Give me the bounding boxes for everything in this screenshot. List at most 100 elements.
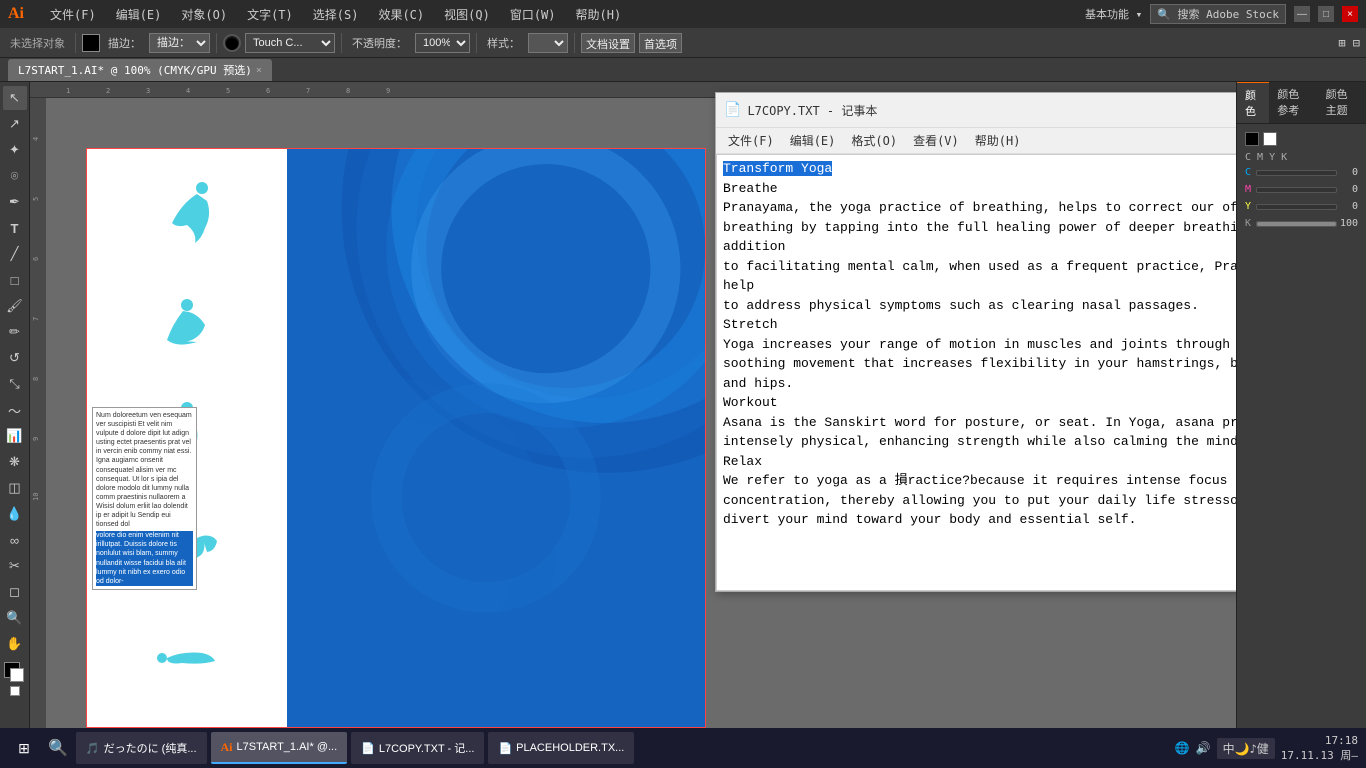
- fill-swatch[interactable]: [82, 34, 100, 52]
- svg-text:7: 7: [306, 87, 310, 95]
- svg-text:6: 6: [266, 87, 270, 95]
- notepad-title-selected: Transform Yoga: [723, 161, 832, 176]
- ai-taskbar-label: L7START_1.AI* @...: [237, 741, 338, 753]
- menu-file[interactable]: 文件(F): [46, 4, 100, 25]
- pen-tool[interactable]: ✒: [3, 190, 27, 214]
- restore-app-button[interactable]: □: [1318, 6, 1334, 22]
- eyedropper-tool[interactable]: 💧: [3, 502, 27, 526]
- music-label: だったのに (纯真...: [104, 740, 197, 756]
- ai-taskbar-icon: Ai: [221, 740, 233, 755]
- line-tool[interactable]: ╱: [3, 242, 27, 266]
- scale-tool[interactable]: ⤡: [3, 372, 27, 396]
- paintbrush-tool[interactable]: 🖌: [3, 294, 27, 318]
- k-value: 100: [1340, 218, 1358, 229]
- stroke-indicator[interactable]: [1263, 132, 1277, 146]
- np-menu-help[interactable]: 帮助(H): [967, 130, 1029, 151]
- pencil-tool[interactable]: ✏: [3, 320, 27, 344]
- rotate-tool[interactable]: ↺: [3, 346, 27, 370]
- svg-text:8: 8: [346, 87, 350, 95]
- svg-text:10: 10: [32, 493, 40, 501]
- notepad-titlebar: 📄 L7COPY.TXT - 记事本 — □ ×: [716, 93, 1236, 128]
- workspace-selector[interactable]: 基本功能 ▾: [1085, 6, 1142, 22]
- notepad-title: L7COPY.TXT - 记事本: [747, 102, 1236, 119]
- artwork: Num doloreetum ven esequam ver suscipist…: [86, 148, 706, 728]
- taskbar-ime[interactable]: 中🌙♪健: [1217, 738, 1275, 759]
- menu-edit[interactable]: 编辑(E): [112, 4, 166, 25]
- no-fill-btn[interactable]: [10, 686, 20, 696]
- canvas-wrapper[interactable]: 1 2 3 4 5 6 7 8 9 4 5 6 7 8 9 10: [30, 82, 1236, 728]
- c-track[interactable]: [1256, 170, 1337, 176]
- menu-object[interactable]: 对象(O): [177, 4, 231, 25]
- color-controls: [1245, 132, 1358, 146]
- style-select[interactable]: [528, 33, 568, 53]
- np-menu-edit[interactable]: 编辑(E): [782, 130, 844, 151]
- latin-body-text: Num doloreetum ven esequam ver suscipist…: [96, 411, 193, 529]
- warp-tool[interactable]: 〜: [3, 398, 27, 422]
- opacity-select[interactable]: 100% 75% 50%: [415, 33, 470, 53]
- right-panel-tabs: 颜色 颜色参考 颜色主题: [1237, 82, 1366, 124]
- hand-tool[interactable]: ✋: [3, 632, 27, 656]
- blend-tool[interactable]: ∞: [3, 528, 27, 552]
- document-tab-label: L7START_1.AI* @ 100% (CMYK/GPU 预选): [18, 62, 252, 78]
- svg-text:5: 5: [226, 87, 230, 95]
- volume-icon[interactable]: 🔊: [1196, 741, 1211, 755]
- arrange-icons: ⊞ ⊟: [1338, 36, 1360, 50]
- graph-tool[interactable]: 📊: [3, 424, 27, 448]
- m-value: 0: [1340, 184, 1358, 195]
- menu-select[interactable]: 选择(S): [309, 4, 363, 25]
- magic-wand-tool[interactable]: ✦: [3, 138, 27, 162]
- np-menu-view[interactable]: 查看(V): [905, 130, 967, 151]
- divider-3: [341, 33, 342, 53]
- selection-tool[interactable]: ↖: [3, 86, 27, 110]
- menu-help[interactable]: 帮助(H): [572, 4, 626, 25]
- document-tab-close[interactable]: ×: [256, 65, 262, 76]
- fill-color-box[interactable]: [4, 662, 26, 684]
- start-button[interactable]: ⊞: [8, 732, 40, 764]
- doc-settings-button[interactable]: 文档设置: [581, 33, 635, 53]
- m-label: M: [1245, 184, 1253, 195]
- rect-tool[interactable]: □: [3, 268, 27, 292]
- lasso-tool[interactable]: ⌾: [3, 164, 27, 188]
- gradient-tool[interactable]: ◫: [3, 476, 27, 500]
- direct-select-tool[interactable]: ↗: [3, 112, 27, 136]
- symbol-tool[interactable]: ❋: [3, 450, 27, 474]
- taskbar-music-app[interactable]: 🎵 だったのに (纯真...: [76, 732, 207, 764]
- top-menu-bar: Ai 文件(F) 编辑(E) 对象(O) 文字(T) 选择(S) 效果(C) 视…: [0, 0, 1366, 28]
- menu-text[interactable]: 文字(T): [243, 4, 297, 25]
- stroke-weight-select[interactable]: 描边： 1pt 2pt: [149, 33, 210, 53]
- menu-window[interactable]: 窗口(W): [506, 4, 560, 25]
- taskbar: ⊞ 🔍 🎵 だったのに (纯真... Ai L7START_1.AI* @...…: [0, 728, 1366, 768]
- taskbar-notepad-app[interactable]: 📄 L7COPY.TXT - 记...: [351, 732, 484, 764]
- color-tab[interactable]: 颜色: [1237, 82, 1269, 123]
- m-slider-row: M 0: [1245, 184, 1358, 195]
- slice-tool[interactable]: ✂: [3, 554, 27, 578]
- k-track[interactable]: [1256, 221, 1337, 227]
- search-stock-input[interactable]: 🔍 搜索 Adobe Stock: [1150, 4, 1286, 24]
- menu-effect[interactable]: 效果(C): [374, 4, 428, 25]
- top-right-controls: 基本功能 ▾ 🔍 搜索 Adobe Stock — □ ×: [1085, 4, 1358, 24]
- color-theme-tab[interactable]: 颜色主题: [1318, 82, 1366, 123]
- taskbar-placeholder-app[interactable]: 📄 PLACEHOLDER.TX...: [488, 732, 634, 764]
- fill-indicator[interactable]: [1245, 132, 1259, 146]
- eraser-tool[interactable]: ◻: [3, 580, 27, 604]
- close-app-button[interactable]: ×: [1342, 6, 1358, 22]
- color-ref-tab[interactable]: 颜色参考: [1269, 82, 1317, 123]
- c-value: 0: [1340, 167, 1358, 178]
- touch-select[interactable]: Touch C...: [245, 33, 335, 53]
- notepad-content[interactable]: Transform Yoga Breathe Pranayama, the yo…: [716, 154, 1236, 591]
- zoom-tool[interactable]: 🔍: [3, 606, 27, 630]
- color-mode-swatch[interactable]: ⬤: [223, 34, 241, 52]
- m-track[interactable]: [1256, 187, 1337, 193]
- taskbar-search-button[interactable]: 🔍: [44, 734, 72, 762]
- menu-view[interactable]: 视图(Q): [440, 4, 494, 25]
- type-tool[interactable]: T: [3, 216, 27, 240]
- preferences-button[interactable]: 首选项: [639, 33, 682, 53]
- np-menu-file[interactable]: 文件(F): [720, 130, 782, 151]
- minimize-app-button[interactable]: —: [1294, 6, 1310, 22]
- np-menu-format[interactable]: 格式(O): [843, 130, 905, 151]
- y-track[interactable]: [1256, 204, 1337, 210]
- notepad-icon: 📄: [724, 102, 741, 118]
- taskbar-illustrator-app[interactable]: Ai L7START_1.AI* @...: [211, 732, 348, 764]
- taskbar-clock[interactable]: 17:18 17.11.13 周—: [1281, 733, 1358, 764]
- document-tab[interactable]: L7START_1.AI* @ 100% (CMYK/GPU 预选) ×: [8, 59, 272, 81]
